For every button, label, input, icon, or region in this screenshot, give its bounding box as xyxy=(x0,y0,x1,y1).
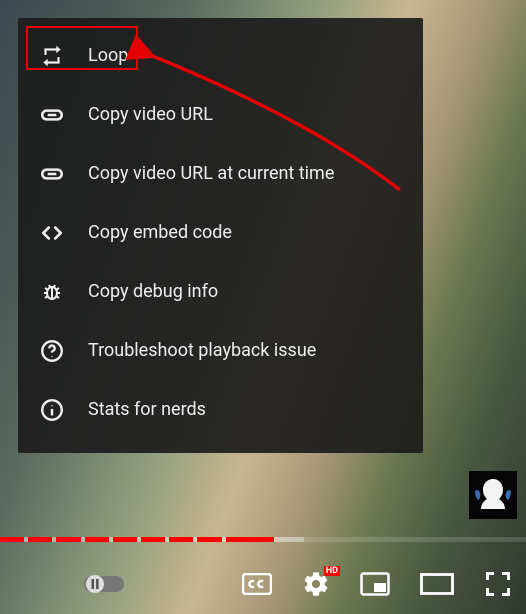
ctx-item-label: Troubleshoot playback issue xyxy=(88,340,316,361)
ctx-item-label: Copy debug info xyxy=(88,281,218,302)
progress-bar[interactable] xyxy=(0,537,526,542)
miniplayer-icon xyxy=(360,572,390,596)
embed-icon xyxy=(38,219,66,247)
autoplay-toggle[interactable] xyxy=(84,573,124,595)
ctx-item-label: Copy video URL xyxy=(88,104,213,125)
fullscreen-button[interactable] xyxy=(484,570,512,598)
autoplay-toggle-icon xyxy=(84,573,124,595)
hd-badge: HD xyxy=(324,566,340,576)
channel-avatar[interactable] xyxy=(469,471,517,519)
cc-icon xyxy=(242,573,272,595)
ctx-item-label: Copy video URL at current time xyxy=(88,163,334,184)
help-icon xyxy=(38,337,66,365)
ctx-item-copy-url-time[interactable]: Copy video URL at current time xyxy=(18,144,423,203)
subtitles-button[interactable] xyxy=(242,573,272,595)
link-icon xyxy=(38,101,66,129)
loop-icon xyxy=(38,42,66,70)
settings-button[interactable]: HD xyxy=(302,570,330,598)
ctx-item-label: Loop xyxy=(88,45,128,66)
miniplayer-button[interactable] xyxy=(360,572,390,596)
ctx-item-copy-url[interactable]: Copy video URL xyxy=(18,85,423,144)
ctx-item-copy-embed[interactable]: Copy embed code xyxy=(18,203,423,262)
progress-played xyxy=(0,537,274,542)
ctx-item-label: Stats for nerds xyxy=(88,399,206,420)
player-controls: HD xyxy=(0,554,526,614)
theater-icon xyxy=(420,573,454,595)
info-icon xyxy=(38,396,66,424)
ctx-item-troubleshoot[interactable]: Troubleshoot playback issue xyxy=(18,321,423,380)
ctx-item-label: Copy embed code xyxy=(88,222,232,243)
avatar-graphic xyxy=(469,471,517,519)
ctx-item-loop[interactable]: Loop xyxy=(18,26,423,85)
video-context-menu: Loop Copy video URL Copy video URL at cu… xyxy=(18,18,423,453)
link-icon xyxy=(38,160,66,188)
debug-icon xyxy=(38,278,66,306)
ctx-item-stats[interactable]: Stats for nerds xyxy=(18,380,423,439)
fullscreen-icon xyxy=(484,570,512,598)
ctx-item-copy-debug[interactable]: Copy debug info xyxy=(18,262,423,321)
theater-mode-button[interactable] xyxy=(420,573,454,595)
